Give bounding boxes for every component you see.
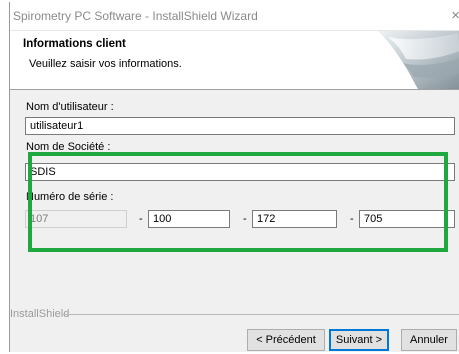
installshield-banner-graphic <box>378 31 459 89</box>
banner-subtitle: Veuillez saisir vos informations. <box>29 58 182 70</box>
wizard-window: Spirometry PC Software - InstallShield W… <box>9 2 459 352</box>
cancel-button[interactable]: Annuler <box>401 329 457 351</box>
username-field[interactable]: utilisateur1 <box>25 117 455 135</box>
window-title: Spirometry PC Software - InstallShield W… <box>13 9 258 23</box>
highlight-box <box>28 152 448 252</box>
footer-divider <box>63 314 459 315</box>
next-button[interactable]: Suivant > <box>329 329 389 351</box>
close-icon[interactable]: × <box>451 7 459 24</box>
banner-title: Informations client <box>23 38 126 50</box>
installshield-brand: InstallShield <box>10 308 70 320</box>
header-banner: Informations client Veuillez saisir vos … <box>10 31 459 90</box>
title-bar: Spirometry PC Software - InstallShield W… <box>10 2 459 31</box>
username-label: Nom d'utilisateur : <box>26 101 114 113</box>
back-button[interactable]: < Précédent <box>247 329 325 351</box>
